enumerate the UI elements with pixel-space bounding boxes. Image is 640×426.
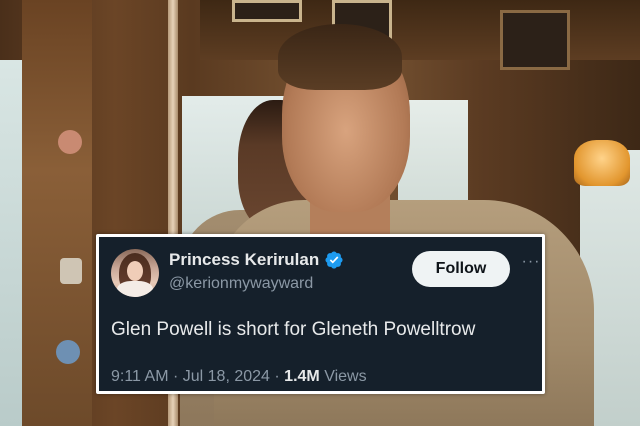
more-options-icon[interactable]: ··· [521,253,541,273]
wall-picture [232,0,302,22]
wall-sticker [60,258,82,284]
main-person-hair [278,24,402,90]
wall-lamp [574,140,630,186]
display-name[interactable]: Princess Kerirulan [169,250,319,270]
author-handle[interactable]: @kerionmywayward [169,275,313,293]
wood-panel [22,0,92,426]
tweet-meta: 9:11 AM · Jul 18, 2024 · 1.4M Views [111,368,367,386]
tweet-time[interactable]: 9:11 AM [111,368,169,385]
tweet-card: Princess Kerirulan @kerionmywayward Foll… [96,234,545,394]
wall-sticker [58,130,82,154]
views-label: Views [324,368,367,385]
meta-separator: · [172,368,179,385]
window-left [0,60,22,426]
verified-badge-icon [325,251,343,269]
author-name-row: Princess Kerirulan [169,250,344,270]
views-count: 1.4M [284,368,320,385]
meta-separator: · [274,368,280,385]
follow-button[interactable]: Follow [412,251,510,287]
avatar[interactable] [111,249,159,297]
tweet-date[interactable]: Jul 18, 2024 [183,368,270,385]
wall-sticker [56,340,80,364]
tweet-text: Glen Powell is short for Gleneth Powellt… [111,319,476,340]
wall-picture [500,10,570,70]
